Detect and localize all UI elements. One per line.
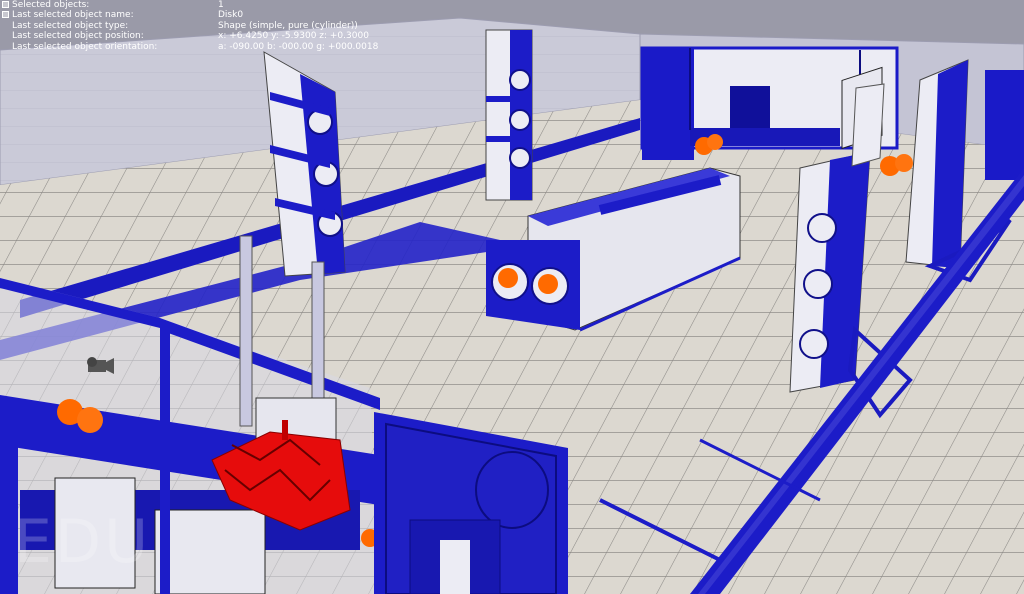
info-label: Last selected object position: [12, 31, 144, 42]
info-label: Last selected object type: [12, 20, 129, 31]
info-label: Last selected object name: [12, 10, 134, 21]
info-box [2, 11, 9, 19]
info-label: Last selected object orientation: [12, 41, 158, 52]
info-label: Selected objects: [12, 0, 90, 10]
info-row-object-type: Last selected object type: Shape (simple… [0, 21, 380, 31]
info-value: 1 [218, 0, 224, 10]
info-value: x: +6.4250 y: -5.9300 z: +0.3000 [218, 31, 369, 42]
tower-center [485, 29, 533, 201]
selection-info-panel: Selected objects: 1 Last selected object… [0, 0, 380, 52]
scene-3d-view[interactable] [0, 0, 1024, 594]
info-row-selected-objects: Selected objects: 1 [0, 0, 380, 10]
info-box [2, 1, 9, 8]
info-row-object-name: Last selected object name: Disk0 [0, 10, 380, 20]
info-row-object-position: Last selected object position: x: +6.425… [0, 31, 380, 41]
info-row-object-orientation: Last selected object orientation: a: -09… [0, 42, 380, 52]
info-value: a: -090.00 b: -000.00 g: +000.0018 [218, 41, 379, 52]
info-value: Disk0 [218, 10, 244, 21]
edu-watermark: EDU [14, 507, 152, 577]
scene-viewport[interactable]: Selected objects: 1 Last selected object… [0, 0, 1024, 594]
info-value: Shape (simple, pure (cylinder)) [218, 20, 358, 31]
